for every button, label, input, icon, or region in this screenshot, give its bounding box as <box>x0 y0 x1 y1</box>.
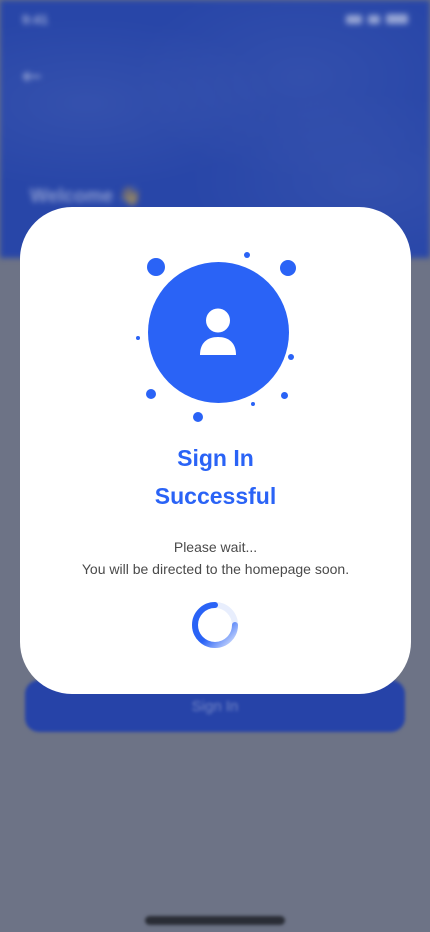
spinner-icon <box>192 602 238 648</box>
decor-dot <box>281 392 288 399</box>
decor-dot <box>244 252 250 258</box>
dialog-message-line1: Please wait... <box>173 539 258 555</box>
decor-dot <box>251 402 255 406</box>
status-bar-time: 9:41 <box>22 12 49 27</box>
dialog-title: Sign In Successful <box>20 439 411 515</box>
user-icon <box>200 308 236 355</box>
dialog-message-line2: You will be directed to the homepage soo… <box>81 561 350 577</box>
dialog-message: Please wait... You will be directed to t… <box>20 536 411 580</box>
signal-icon <box>346 14 362 24</box>
back-arrow-icon[interactable]: ← <box>22 62 42 90</box>
decor-dot <box>193 412 203 422</box>
decor-dot <box>146 389 156 399</box>
welcome-heading: Welcome 👋 <box>30 186 143 207</box>
decor-dot <box>288 354 294 360</box>
decor-dot <box>280 260 296 276</box>
decor-dot <box>147 258 165 276</box>
home-indicator <box>145 916 285 925</box>
dialog-title-line2: Successful <box>154 483 277 509</box>
dialog-title-line1: Sign In <box>177 445 254 471</box>
success-dialog: Sign In Successful Please wait... You wi… <box>20 207 411 694</box>
success-illustration <box>20 207 411 437</box>
decor-dot <box>136 336 140 340</box>
wifi-icon <box>368 14 380 24</box>
status-bar-icons <box>346 14 408 24</box>
sign-in-success-screen: 9:41 ← Welcome 👋 Sign In Sign In Success… <box>0 0 430 932</box>
avatar-circle <box>148 262 289 403</box>
battery-icon <box>386 14 408 24</box>
